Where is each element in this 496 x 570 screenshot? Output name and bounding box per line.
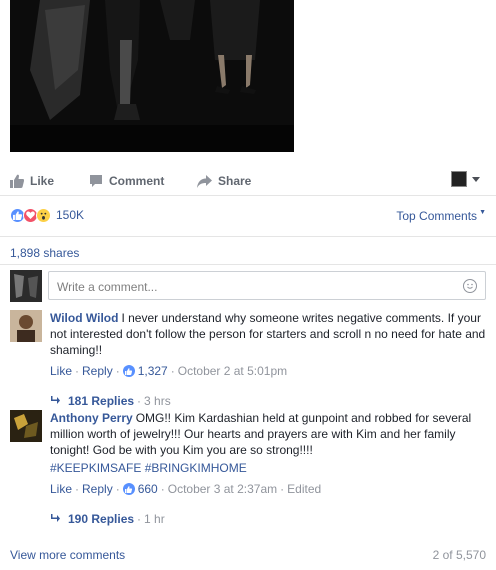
comment-meta: Like · Reply · 1,327 · October 2 at 5:01… xyxy=(50,363,288,379)
view-more-comments-link[interactable]: View more comments xyxy=(10,548,125,562)
comment-item: Anthony Perry OMG!! Kim Kardashian held a… xyxy=(10,410,486,530)
comment-input-placeholder: Write a comment... xyxy=(57,280,158,294)
caret-down-icon: ▼ xyxy=(479,209,486,216)
current-user-avatar xyxy=(10,270,42,302)
divider xyxy=(0,195,496,196)
comment-count: 2 of 5,570 xyxy=(432,548,486,562)
edited-label[interactable]: Edited xyxy=(287,481,321,497)
shares-link[interactable]: 1,898 shares xyxy=(10,246,79,260)
comment-hashtags[interactable]: #KEEPKIMSAFE #BRINGKIMHOME xyxy=(50,460,486,476)
reactions-summary[interactable]: 150K xyxy=(10,206,84,224)
like-button-label: Like xyxy=(30,174,55,188)
comment-item: Wilod Wilod I never understand why someon… xyxy=(10,310,486,408)
comment-text-block: Wilod Wilod I never understand why someon… xyxy=(50,310,486,358)
like-count-icon xyxy=(122,483,135,495)
comment-button[interactable]: Comment xyxy=(89,170,164,192)
thumbs-up-icon xyxy=(10,174,24,188)
comment-sort-dropdown[interactable]: Top Comments ▼ xyxy=(396,209,486,223)
comment-reply-link[interactable]: Reply xyxy=(82,481,113,497)
avatar[interactable] xyxy=(10,410,42,442)
emoji-icon[interactable] xyxy=(463,279,477,293)
avatar[interactable] xyxy=(10,310,42,342)
like-button[interactable]: Like xyxy=(10,170,54,192)
reply-arrow-icon xyxy=(50,393,60,409)
actor-avatar xyxy=(451,171,467,187)
post-as-selector[interactable] xyxy=(451,171,480,187)
comment-sort-label: Top Comments xyxy=(396,209,478,223)
wow-reaction-icon xyxy=(36,207,51,223)
post-action-bar: Like Comment Share xyxy=(0,170,496,192)
share-button-label: Share xyxy=(218,174,252,188)
comment-reply-link[interactable]: Reply xyxy=(82,363,113,379)
comment-timestamp[interactable]: October 3 at 2:37am xyxy=(168,481,277,497)
comment-composer: Write a comment... xyxy=(10,270,486,302)
divider xyxy=(0,236,496,237)
replies-label[interactable]: 181 Replies xyxy=(68,393,134,409)
comment-like-count[interactable]: 1,327 xyxy=(138,363,168,379)
comment-timestamp[interactable]: October 2 at 5:01pm xyxy=(178,363,287,379)
chevron-down-icon xyxy=(472,176,480,182)
replies-toggle[interactable]: 181 Replies · 3 hrs xyxy=(50,393,486,409)
comment-like-link[interactable]: Like xyxy=(50,481,72,497)
comment-input[interactable]: Write a comment... xyxy=(48,271,486,300)
replies-age: 3 hrs xyxy=(144,394,171,408)
share-button[interactable]: Share xyxy=(197,170,251,192)
speech-bubble-icon xyxy=(90,175,102,187)
comment-text-block: Anthony Perry OMG!! Kim Kardashian held a… xyxy=(50,410,486,458)
share-arrow-icon xyxy=(197,174,212,188)
comment-meta: Like · Reply · 660 · October 3 at 2:37am… xyxy=(50,481,322,497)
like-count-icon xyxy=(122,365,135,377)
post-photo[interactable] xyxy=(10,0,294,152)
comment-button-label: Comment xyxy=(109,174,165,188)
replies-toggle[interactable]: 190 Replies · 1 hr xyxy=(50,511,486,527)
comment-like-count[interactable]: 660 xyxy=(138,481,158,497)
comment-author[interactable]: Wilod Wilod xyxy=(50,311,118,325)
comment-author[interactable]: Anthony Perry xyxy=(50,411,133,425)
reply-arrow-icon xyxy=(50,511,60,527)
reaction-count: 150K xyxy=(56,208,85,222)
comment-like-link[interactable]: Like xyxy=(50,363,72,379)
divider xyxy=(0,264,496,265)
photo-image xyxy=(10,0,294,152)
replies-label[interactable]: 190 Replies xyxy=(68,511,134,527)
replies-age: 1 hr xyxy=(144,512,165,526)
